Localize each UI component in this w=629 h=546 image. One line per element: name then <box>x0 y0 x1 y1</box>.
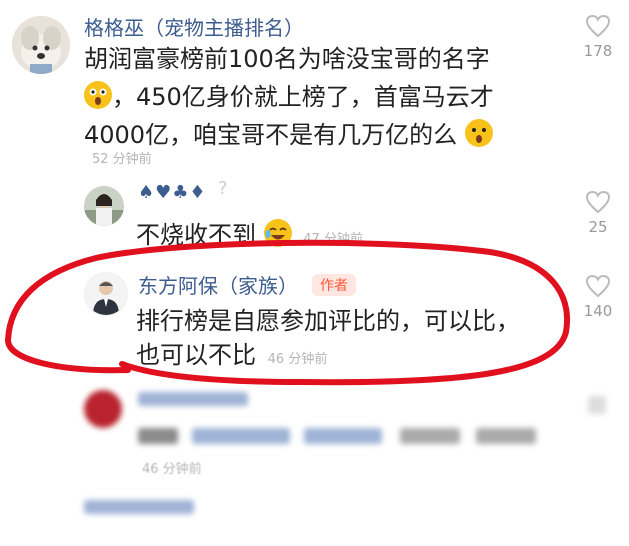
comment-timestamp: 46 分钟前 <box>142 462 202 477</box>
blurred-text <box>192 428 290 444</box>
dog-avatar-icon <box>12 16 70 74</box>
comment-text-line: 也可以不比 46 分钟前 <box>136 336 327 379</box>
comment-username[interactable]: 格格巫（宠物主播排名） <box>84 12 304 41</box>
comment-timestamp: 52 分钟前 <box>92 152 152 167</box>
comment-text-segment: 不烧收不到 <box>136 221 256 249</box>
comment-username[interactable]: ♠♥♣♦ <box>138 182 207 203</box>
blurred-reply-link[interactable] <box>84 500 194 514</box>
comment-timestamp: 46 分钟前 <box>267 352 328 367</box>
laugh-cry-emoji-icon <box>263 219 292 247</box>
blurred-username <box>138 392 248 406</box>
comment-text-line: ，450亿身价就上榜了，首富马云才 <box>84 78 494 116</box>
heart-outline-icon <box>585 14 611 38</box>
comment-text-segment: ，450亿身价就上榜了，首富马云才 <box>112 83 494 111</box>
blurred-text <box>400 428 460 444</box>
surprised-emoji-icon <box>464 119 493 147</box>
comment-text-line: 排行榜是自愿参加评比的，可以比， <box>136 307 520 335</box>
person-avatar-icon <box>85 273 127 315</box>
avatar[interactable] <box>84 390 122 428</box>
comment-timestamp: 47 分钟前 <box>303 232 363 247</box>
author-badge: 作者 <box>312 274 356 296</box>
avatar[interactable] <box>84 186 124 226</box>
comment-text-line: 胡润富豪榜前100名为啥没宝哥的名字 <box>84 45 490 73</box>
person-avatar-icon <box>84 186 124 226</box>
shocked-emoji-icon <box>84 81 112 109</box>
like-count: 25 <box>588 218 608 236</box>
blurred-text <box>138 428 178 444</box>
like-count: 178 <box>583 42 613 60</box>
like-button[interactable]: 178 <box>578 14 618 60</box>
comment-text-segment: 4000亿，咱宝哥不是有几万亿的么 <box>84 121 458 149</box>
blurred-like-icon[interactable] <box>588 396 606 414</box>
help-icon: ? <box>218 178 228 199</box>
like-button[interactable]: 140 <box>578 274 618 320</box>
avatar[interactable] <box>12 16 70 74</box>
comment-text-line: 不烧收不到 47 分钟前 <box>136 216 363 259</box>
comment-username[interactable]: 东方阿保（家族） 作者 <box>138 270 356 299</box>
avatar[interactable] <box>84 272 128 316</box>
comment-text-segment: 也可以不比 <box>136 341 256 369</box>
heart-outline-icon <box>585 274 611 298</box>
like-count: 140 <box>583 302 613 320</box>
blurred-text <box>476 428 536 444</box>
like-button[interactable]: 25 <box>578 190 618 236</box>
blurred-text <box>304 428 382 444</box>
username-text: 东方阿保（家族） <box>138 274 298 298</box>
heart-outline-icon <box>585 190 611 214</box>
